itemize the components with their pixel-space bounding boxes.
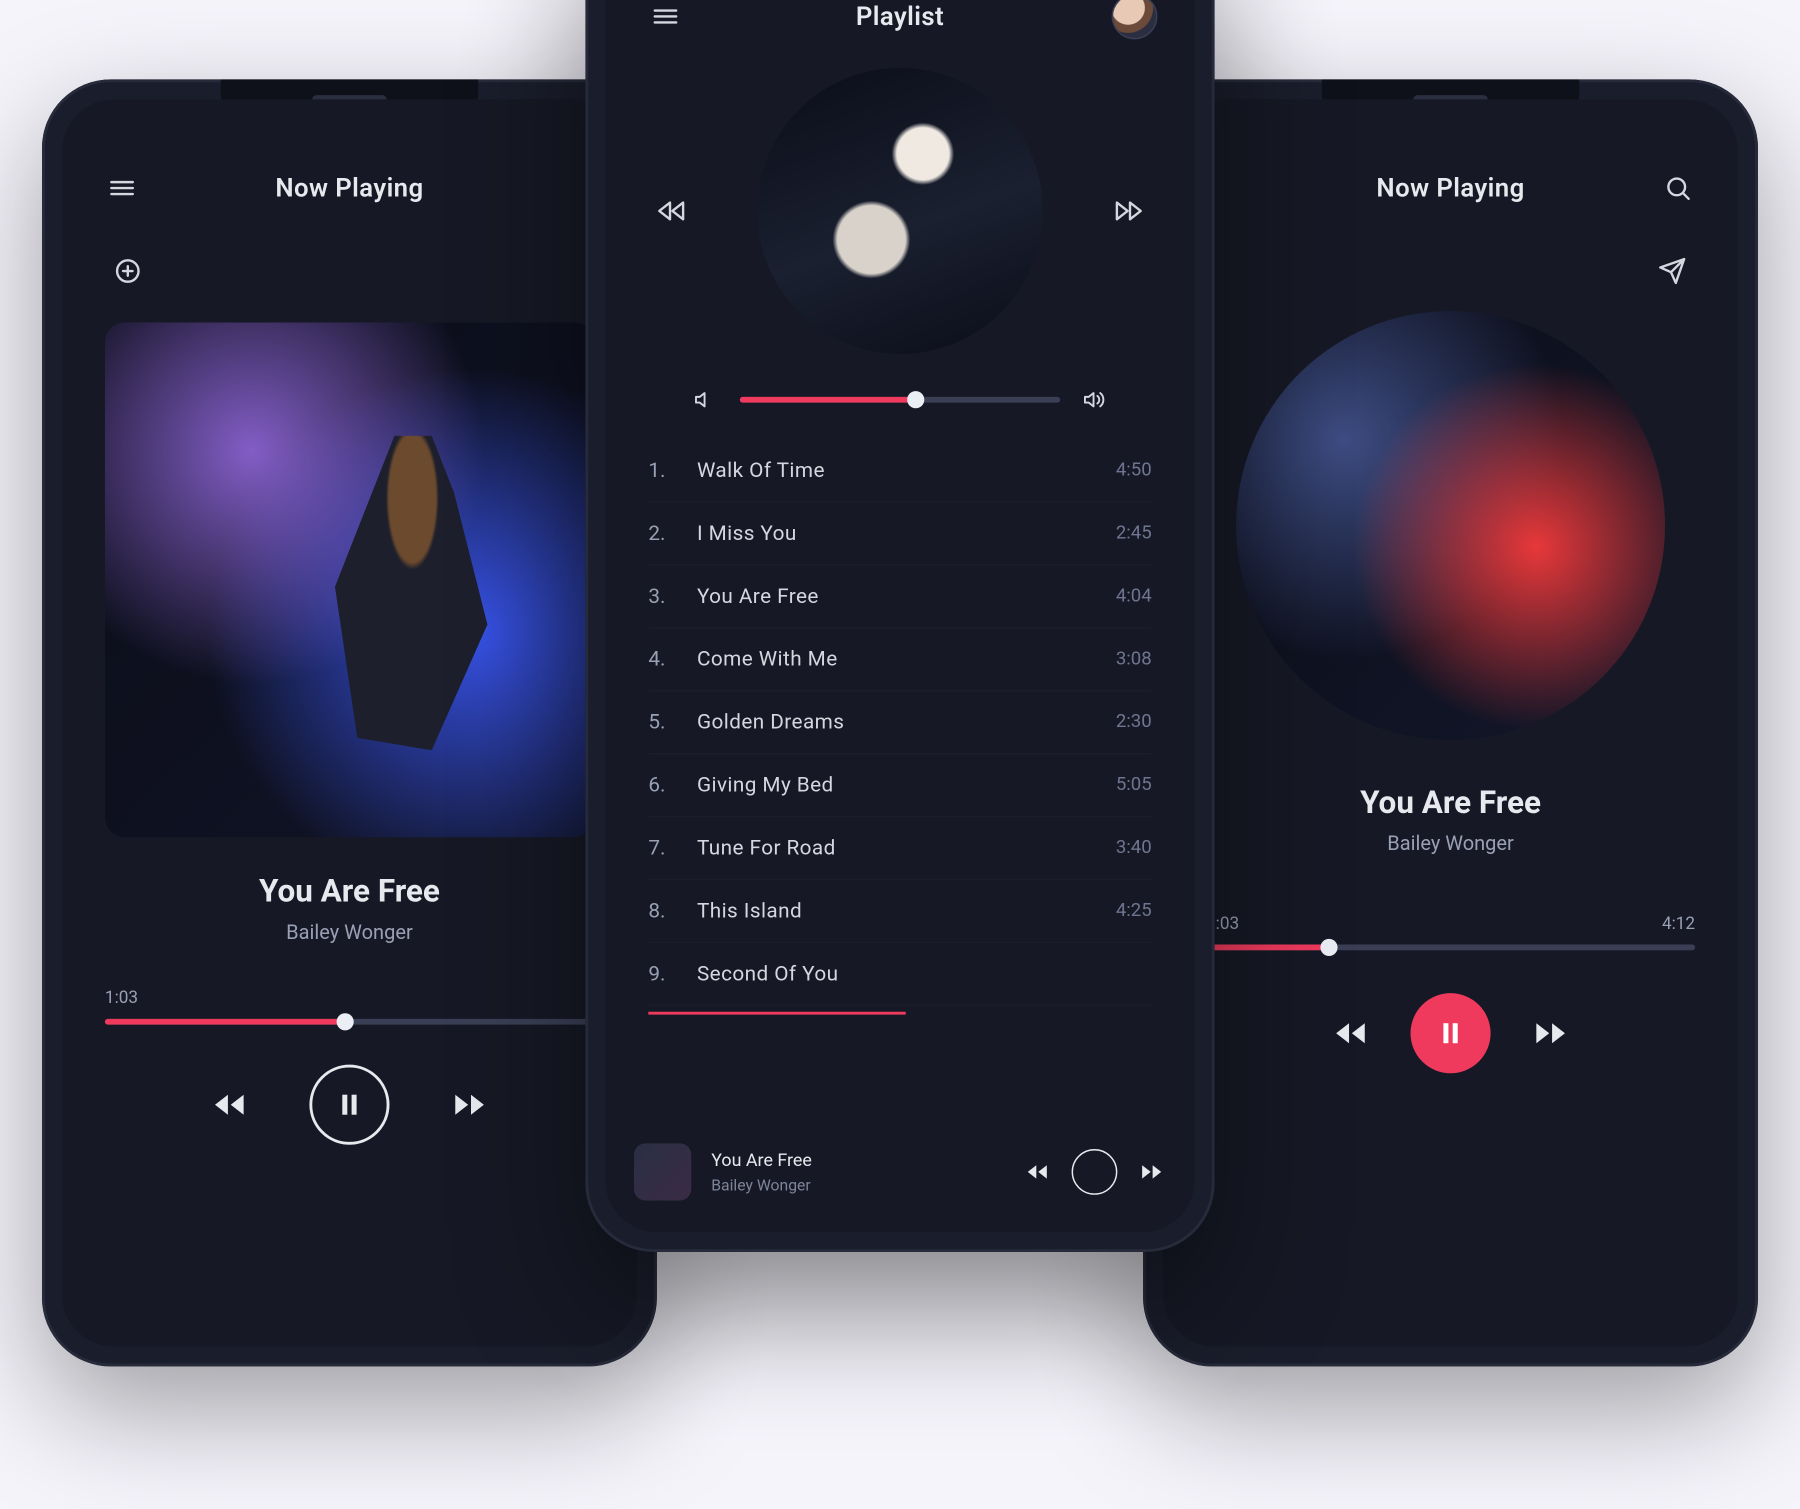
track-name: Tune For Road bbox=[683, 836, 1116, 860]
mini-track-artist: Bailey Wonger bbox=[711, 1175, 812, 1194]
track-number: 6. bbox=[648, 773, 682, 797]
progress-slider[interactable] bbox=[1206, 945, 1695, 951]
album-artwork bbox=[1236, 311, 1665, 740]
menu-icon[interactable] bbox=[643, 0, 689, 39]
track-number: 8. bbox=[648, 899, 682, 923]
track-number: 2. bbox=[648, 521, 682, 545]
pause-button[interactable] bbox=[1411, 993, 1491, 1073]
phone-now-playing-circle: Now Playing You Are Free Bailey Wonger 1… bbox=[1143, 79, 1758, 1366]
shuffle-button[interactable] bbox=[1611, 1013, 1651, 1053]
next-button[interactable] bbox=[1531, 1013, 1571, 1053]
phone-playlist: Playlist 1.Walk Of Time4:502.I Miss You2… bbox=[585, 0, 1214, 1252]
track-number: 1. bbox=[648, 458, 682, 482]
album-artwork bbox=[105, 323, 594, 838]
total-time: 4:12 bbox=[1662, 913, 1695, 933]
mini-artwork bbox=[634, 1143, 691, 1200]
add-icon[interactable] bbox=[105, 248, 151, 294]
track-duration: 4:04 bbox=[1116, 586, 1152, 607]
track-row[interactable]: 8.This Island4:25 bbox=[648, 880, 1151, 943]
track-row[interactable]: 2.I Miss You2:45 bbox=[648, 503, 1151, 566]
header: Playlist bbox=[605, 0, 1194, 54]
mini-player: You Are Free Bailey Wonger bbox=[605, 1126, 1194, 1232]
header: Now Playing bbox=[62, 99, 637, 225]
mini-previous-button[interactable] bbox=[1023, 1158, 1052, 1187]
track-number: 4. bbox=[648, 647, 682, 671]
track-duration: 5:05 bbox=[1116, 774, 1152, 795]
previous-button[interactable] bbox=[209, 1085, 249, 1125]
track-duration: 3:08 bbox=[1116, 649, 1152, 670]
track-number: 7. bbox=[648, 836, 682, 860]
avatar[interactable] bbox=[1112, 0, 1158, 39]
track-row[interactable]: 5.Golden Dreams2:30 bbox=[648, 691, 1151, 754]
header: Now Playing bbox=[1163, 99, 1738, 225]
track-duration: 4:25 bbox=[1116, 900, 1152, 921]
track-duration: 2:45 bbox=[1116, 523, 1152, 544]
previous-album-button[interactable] bbox=[648, 188, 694, 234]
track-number: 9. bbox=[648, 962, 682, 986]
next-album-button[interactable] bbox=[1106, 188, 1152, 234]
screen-title: Now Playing bbox=[1246, 173, 1655, 203]
track-duration: 2:30 bbox=[1116, 711, 1152, 732]
track-row[interactable]: 4.Come With Me3:08 bbox=[648, 629, 1151, 692]
track-duration: 4:50 bbox=[1116, 460, 1152, 481]
track-row[interactable]: 3.You Are Free4:04 bbox=[648, 566, 1151, 629]
repeat-button[interactable] bbox=[1250, 1013, 1290, 1053]
track-number: 3. bbox=[648, 584, 682, 608]
volume-up-icon[interactable] bbox=[1080, 385, 1109, 414]
track-duration: 3:40 bbox=[1116, 837, 1152, 858]
track-title: You Are Free bbox=[62, 874, 637, 910]
track-name: Giving My Bed bbox=[683, 773, 1116, 797]
track-row[interactable]: 7.Tune For Road3:40 bbox=[648, 817, 1151, 880]
elapsed-time: 1:03 bbox=[105, 987, 138, 1007]
menu-icon[interactable] bbox=[99, 165, 145, 211]
track-name: Golden Dreams bbox=[683, 710, 1116, 734]
share-icon[interactable] bbox=[1649, 248, 1695, 294]
track-list: 1.Walk Of Time4:502.I Miss You2:453.You … bbox=[605, 440, 1194, 1006]
screen-title: Now Playing bbox=[145, 173, 554, 203]
album-artwork bbox=[757, 68, 1043, 354]
mini-play-button[interactable] bbox=[1072, 1149, 1118, 1195]
search-icon[interactable] bbox=[1655, 165, 1701, 211]
track-title: You Are Free bbox=[1163, 786, 1738, 822]
track-row[interactable]: 6.Giving My Bed5:05 bbox=[648, 754, 1151, 817]
track-name: You Are Free bbox=[683, 584, 1116, 608]
track-row[interactable]: 1.Walk Of Time4:50 bbox=[648, 440, 1151, 503]
track-artist: Bailey Wonger bbox=[62, 922, 637, 945]
volume-mute-icon[interactable] bbox=[691, 385, 720, 414]
track-name: I Miss You bbox=[683, 521, 1116, 545]
previous-button[interactable] bbox=[1330, 1013, 1370, 1053]
track-name: Come With Me bbox=[683, 647, 1116, 671]
track-row[interactable]: 9.Second Of You bbox=[648, 943, 1151, 1006]
pause-button[interactable] bbox=[309, 1065, 389, 1145]
volume-slider[interactable] bbox=[740, 397, 1060, 403]
mini-track-title: You Are Free bbox=[711, 1150, 812, 1171]
track-number: 5. bbox=[648, 710, 682, 734]
mini-next-button[interactable] bbox=[1137, 1158, 1166, 1187]
track-name: This Island bbox=[683, 899, 1116, 923]
active-underline bbox=[648, 1012, 905, 1015]
track-name: Second Of You bbox=[683, 962, 1152, 986]
phone-now-playing-card: Now Playing You Are Free Bailey Wonger 1… bbox=[42, 79, 657, 1366]
next-button[interactable] bbox=[450, 1085, 490, 1125]
screen-title: Playlist bbox=[688, 1, 1111, 31]
progress-slider[interactable] bbox=[105, 1019, 594, 1025]
track-artist: Bailey Wonger bbox=[1163, 833, 1738, 856]
track-name: Walk Of Time bbox=[683, 458, 1116, 482]
